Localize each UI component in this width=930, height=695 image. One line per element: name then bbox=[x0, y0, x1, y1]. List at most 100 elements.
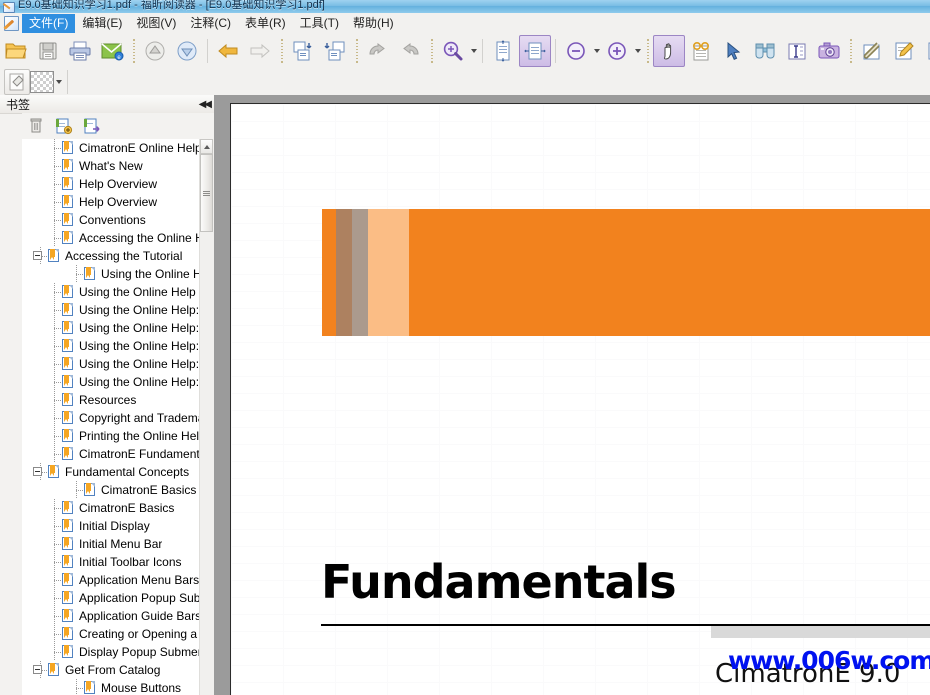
select-arrow-button[interactable] bbox=[717, 35, 749, 67]
redo-button[interactable] bbox=[394, 35, 426, 67]
highlight-stamp-button[interactable] bbox=[4, 68, 30, 95]
save-button[interactable] bbox=[32, 35, 64, 67]
bookmark-item[interactable]: Initial Menu Bar bbox=[22, 535, 214, 553]
scroll-thumb[interactable] bbox=[200, 154, 213, 232]
transparency-dropdown[interactable] bbox=[54, 69, 63, 95]
toolbar-grip[interactable] bbox=[847, 37, 854, 64]
tree-connector bbox=[70, 481, 84, 499]
tree-connector bbox=[48, 553, 62, 571]
bookmarks-scrollbar[interactable] bbox=[199, 139, 214, 695]
menu-item-view[interactable]: 视图(V) bbox=[129, 14, 183, 33]
bookmark-item[interactable]: Printing the Online Help bbox=[22, 427, 214, 445]
toolbar-grip[interactable] bbox=[428, 37, 435, 64]
bookmark-item[interactable]: Fundamental Concepts bbox=[22, 463, 214, 481]
bookmark-item[interactable]: Application Popup Subm bbox=[22, 589, 214, 607]
menu-item-edit[interactable]: 编辑(E) bbox=[75, 14, 129, 33]
bookmarks-tree[interactable]: CimatronE Online Help What's New Help Over… bbox=[22, 139, 214, 695]
delete-bookmark-button[interactable] bbox=[22, 114, 50, 138]
bookmark-item[interactable]: Using the Online Help: T bbox=[22, 301, 214, 319]
undo-button[interactable] bbox=[362, 35, 394, 67]
bookmark-item[interactable]: CimatronE Fundamental bbox=[22, 445, 214, 463]
transparency-swatch[interactable] bbox=[30, 70, 54, 93]
watermark-text: www.006w.com bbox=[728, 646, 930, 675]
expand-collapse-icon[interactable] bbox=[33, 467, 42, 476]
text-select-button[interactable] bbox=[781, 35, 813, 67]
bookmark-label: CimatronE Fundamental bbox=[79, 447, 210, 461]
bookmark-item[interactable]: Resources bbox=[22, 391, 214, 409]
bookmark-item[interactable]: Using the Online Help: I bbox=[22, 319, 214, 337]
note-edit-button[interactable] bbox=[888, 35, 920, 67]
back-button[interactable] bbox=[212, 35, 244, 67]
new-bookmark-button[interactable] bbox=[50, 114, 78, 138]
binoculars-button[interactable] bbox=[749, 35, 781, 67]
zoom-in-button[interactable] bbox=[601, 35, 633, 67]
hand-tool-button[interactable] bbox=[653, 34, 685, 67]
bookmark-page-icon bbox=[62, 519, 75, 533]
toolbar-grip[interactable] bbox=[130, 37, 137, 64]
open-file-button[interactable] bbox=[0, 35, 32, 67]
bookmark-label: Creating or Opening a C bbox=[79, 627, 210, 641]
fit-width-button[interactable] bbox=[519, 34, 551, 67]
bookmark-page-icon bbox=[62, 501, 75, 515]
bookmark-item[interactable]: Application Menu Bars bbox=[22, 571, 214, 589]
expand-collapse-icon[interactable] bbox=[33, 665, 42, 674]
reading-glasses-button[interactable] bbox=[685, 35, 717, 67]
bookmark-page-icon bbox=[62, 141, 75, 155]
bookmark-page-icon bbox=[62, 537, 75, 551]
fit-page-button[interactable] bbox=[487, 35, 519, 67]
bookmark-item[interactable]: CimatronE Basics bbox=[22, 499, 214, 517]
bookmark-item[interactable]: CimatronE Online Help bbox=[22, 139, 214, 157]
menu-item-form[interactable]: 表单(R) bbox=[238, 14, 293, 33]
zoom-tool-dropdown[interactable] bbox=[469, 38, 478, 64]
bookmark-item[interactable]: Using the Online Help bbox=[22, 283, 214, 301]
menu-item-help[interactable]: 帮助(H) bbox=[346, 14, 401, 33]
snapshot-camera-button[interactable] bbox=[813, 35, 845, 67]
zoom-in-dropdown[interactable] bbox=[633, 38, 642, 64]
bookmark-item[interactable]: Using the Online Help: C bbox=[22, 373, 214, 391]
bookmark-item[interactable]: Accessing the Online He bbox=[22, 229, 214, 247]
email-button[interactable]: e bbox=[96, 35, 128, 67]
bookmark-item[interactable]: Help Overview bbox=[22, 175, 214, 193]
tree-connector bbox=[48, 445, 62, 463]
bookmark-item[interactable]: Get From Catalog bbox=[22, 661, 214, 679]
menu-item-comment[interactable]: 注释(C) bbox=[183, 14, 238, 33]
bookmark-item[interactable]: What's New bbox=[22, 157, 214, 175]
bookmark-item[interactable]: Display Popup Submenu bbox=[22, 643, 214, 661]
expand-collapse-icon[interactable] bbox=[33, 251, 42, 260]
bookmark-item[interactable]: Using the Online Help: F bbox=[22, 355, 214, 373]
bookmark-item[interactable]: Mouse Buttons bbox=[22, 679, 214, 695]
attachment-clip-button[interactable] bbox=[856, 35, 888, 67]
bookmark-item[interactable]: Copyright and Trademar bbox=[22, 409, 214, 427]
toolbar-grip[interactable] bbox=[278, 37, 285, 64]
menu-item-file[interactable]: 文件(F) bbox=[22, 13, 76, 33]
bookmark-item[interactable]: Conventions bbox=[22, 211, 214, 229]
extract-pages-button[interactable] bbox=[319, 35, 351, 67]
zoom-out-dropdown[interactable] bbox=[592, 38, 601, 64]
zoom-tool-button[interactable] bbox=[437, 35, 469, 67]
toolbar-grip[interactable] bbox=[644, 37, 651, 64]
document-viewport[interactable]: Fundamentals CimatronE 9.0 www.006w.com bbox=[214, 95, 930, 695]
text-box-button[interactable] bbox=[920, 35, 930, 67]
bookmark-item[interactable]: Using the Online Help: S bbox=[22, 337, 214, 355]
forward-button[interactable] bbox=[244, 35, 276, 67]
bookmark-item[interactable]: Creating or Opening a C bbox=[22, 625, 214, 643]
bookmark-item[interactable]: Application Guide Bars bbox=[22, 607, 214, 625]
bookmark-item[interactable]: Accessing the Tutorial bbox=[22, 247, 214, 265]
bookmark-item[interactable]: CimatronE Basics bbox=[22, 481, 214, 499]
bookmark-page-icon bbox=[62, 411, 75, 425]
scroll-up-button[interactable] bbox=[200, 139, 213, 154]
bookmark-item[interactable]: Initial Display bbox=[22, 517, 214, 535]
toolbar-grip[interactable] bbox=[353, 37, 360, 64]
tree-connector bbox=[48, 427, 62, 445]
previous-page-button[interactable] bbox=[139, 35, 171, 67]
next-page-button[interactable] bbox=[171, 35, 203, 67]
menu-item-tools[interactable]: 工具(T) bbox=[293, 14, 346, 33]
bookmark-item[interactable]: Initial Toolbar Icons bbox=[22, 553, 214, 571]
insert-pages-button[interactable] bbox=[287, 35, 319, 67]
collapse-panel-icon[interactable]: ◀◀ bbox=[199, 99, 212, 110]
print-button[interactable] bbox=[64, 35, 96, 67]
zoom-out-button[interactable] bbox=[560, 35, 592, 67]
bookmark-item[interactable]: Using the Online Hel bbox=[22, 265, 214, 283]
goto-bookmark-button[interactable] bbox=[78, 114, 106, 138]
bookmark-item[interactable]: Help Overview bbox=[22, 193, 214, 211]
